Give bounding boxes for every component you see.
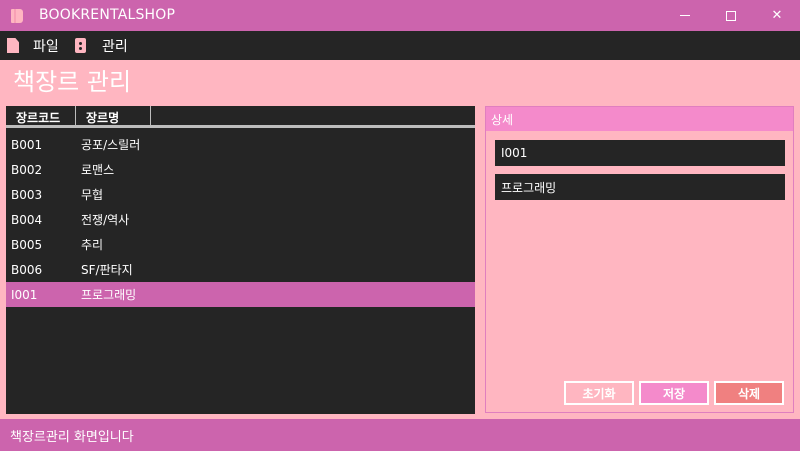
cell-genre-name: 로맨스	[81, 163, 115, 177]
table-row[interactable]: B001 공포/스릴러	[6, 132, 475, 157]
menu-file-label: 파일	[33, 38, 59, 55]
close-icon: ✕	[771, 8, 783, 23]
cell-genre-name: 추리	[81, 238, 104, 252]
manage-icon	[75, 38, 86, 53]
table-row[interactable]: B006 SF/판타지	[6, 257, 475, 282]
cell-genre-code: B003	[11, 187, 43, 202]
cell-genre-name: 프로그래밍	[81, 288, 137, 302]
file-icon	[7, 38, 19, 53]
column-header-code[interactable]: 장르코드	[6, 106, 76, 128]
cell-genre-code: B004	[11, 212, 43, 227]
menu-manage[interactable]: 관리	[75, 31, 128, 60]
minimize-button[interactable]	[662, 0, 708, 31]
table-row[interactable]: B003 무협	[6, 182, 475, 207]
delete-button[interactable]: 삭제	[714, 381, 784, 405]
menu-bar: 파일 관리	[0, 31, 800, 60]
table-row[interactable]: B002 로맨스	[6, 157, 475, 182]
cell-genre-code: B001	[11, 137, 43, 152]
cell-genre-code: B005	[11, 237, 43, 252]
minimize-icon	[680, 15, 690, 16]
genre-name-field[interactable]: 프로그래밍	[495, 174, 785, 200]
maximize-button[interactable]	[708, 0, 754, 31]
detail-header: 상세	[486, 107, 793, 131]
detail-panel: 상세 I001 프로그래밍 초기화 저장 삭제	[485, 106, 794, 413]
grid-header: 장르코드 장르명	[6, 106, 475, 128]
column-header-name[interactable]: 장르명	[76, 106, 151, 128]
close-button[interactable]: ✕	[754, 0, 800, 31]
table-row[interactable]: I001 프로그래밍	[6, 282, 475, 307]
genre-grid[interactable]: 장르코드 장르명 B001 공포/스릴러 B002 로맨스 B003 무협 B004 전쟁/역…	[6, 106, 475, 414]
cell-genre-code: B002	[11, 162, 43, 177]
cell-genre-code: I001	[11, 287, 38, 302]
status-bar: 책장르관리 화면입니다	[0, 419, 800, 451]
table-row[interactable]: B004 전쟁/역사	[6, 207, 475, 232]
window-title: BOOKRENTALSHOP	[39, 7, 176, 23]
title-bar: BOOKRENTALSHOP ✕	[0, 0, 800, 31]
save-button[interactable]: 저장	[639, 381, 709, 405]
table-row[interactable]: B005 추리	[6, 232, 475, 257]
cell-genre-name: SF/판타지	[81, 263, 133, 277]
cell-genre-name: 공포/스릴러	[81, 138, 141, 152]
genre-code-field[interactable]: I001	[495, 140, 785, 166]
menu-manage-label: 관리	[102, 38, 128, 55]
status-text: 책장르관리 화면입니다	[10, 429, 134, 445]
book-icon	[11, 9, 23, 23]
menu-file[interactable]: 파일	[7, 31, 59, 60]
reset-button[interactable]: 초기화	[564, 381, 634, 405]
cell-genre-name: 무협	[81, 188, 104, 202]
page-title: 책장르 관리	[13, 68, 132, 96]
maximize-icon	[726, 10, 736, 21]
grid-rows: B001 공포/스릴러 B002 로맨스 B003 무협 B004 전쟁/역사 B005 추리 B0…	[6, 132, 475, 307]
cell-genre-code: B006	[11, 262, 43, 277]
cell-genre-name: 전쟁/역사	[81, 213, 130, 227]
